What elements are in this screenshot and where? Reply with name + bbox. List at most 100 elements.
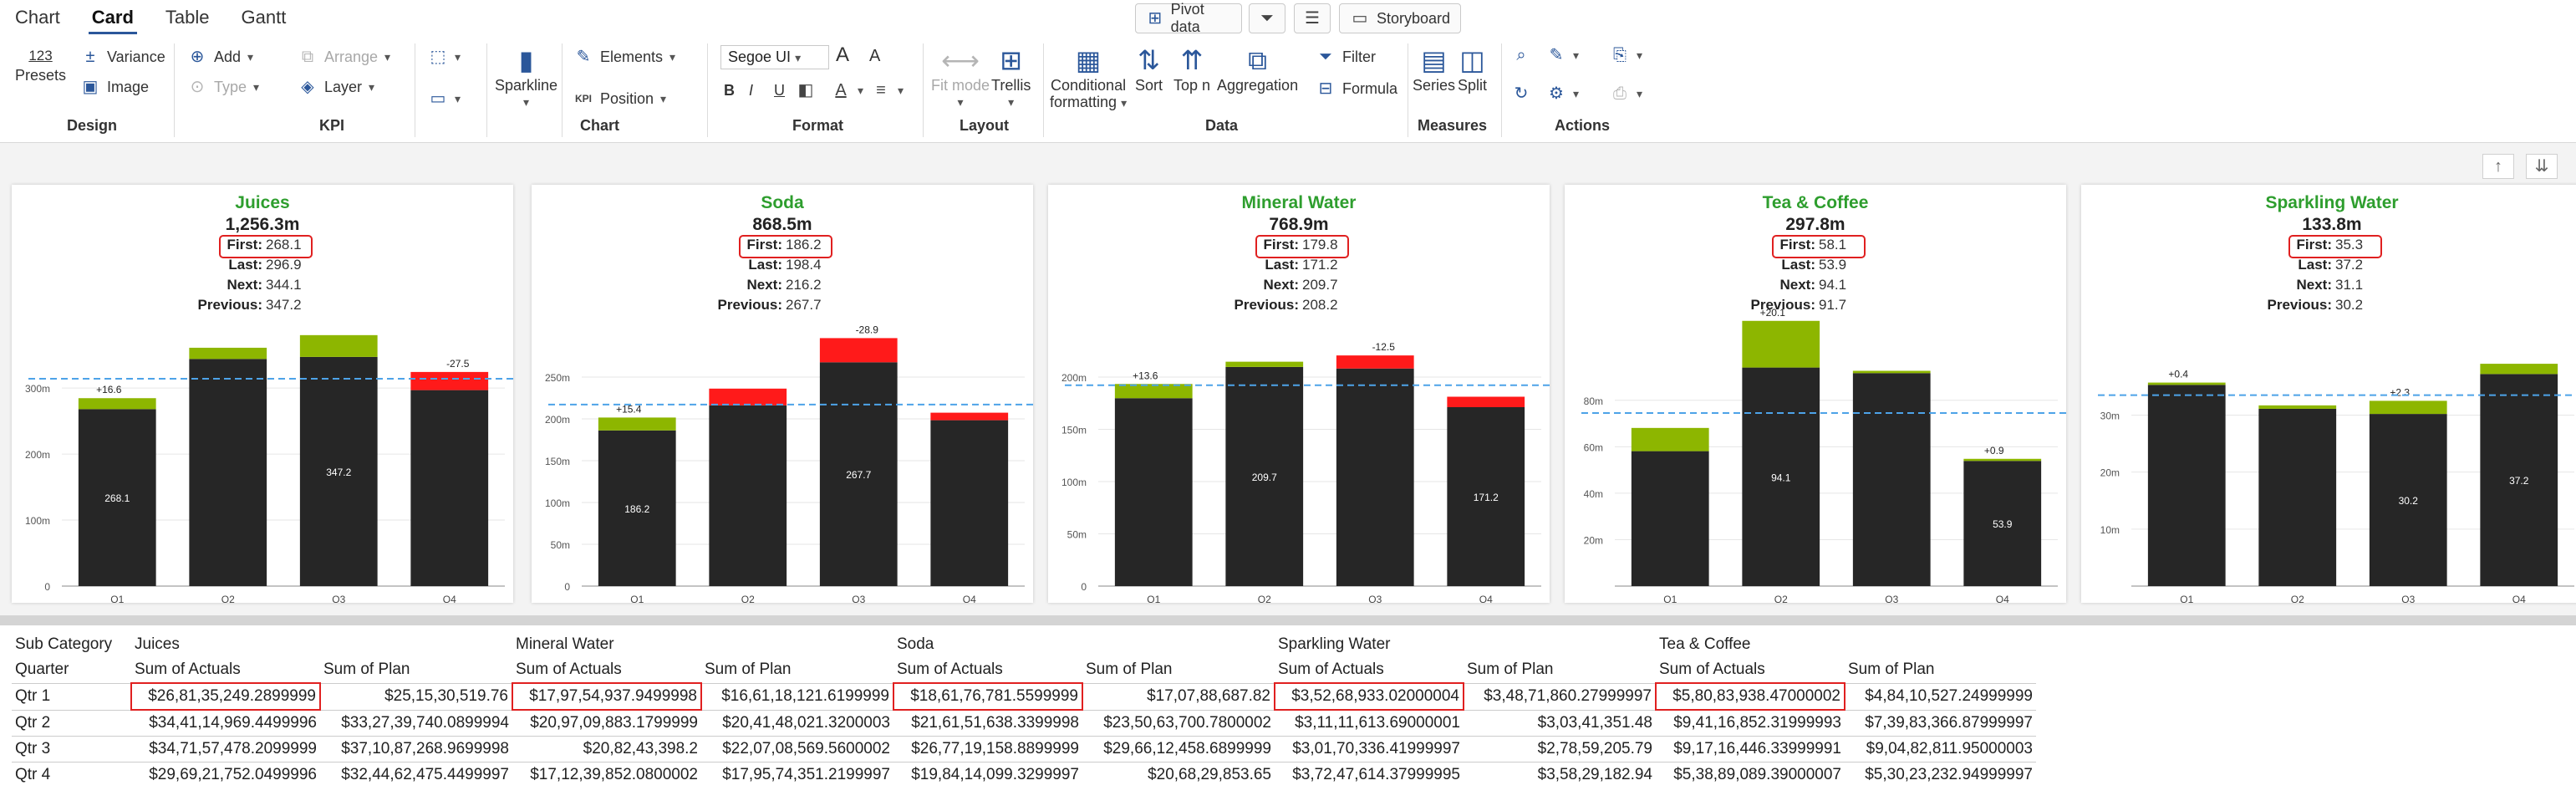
increase-font-button[interactable]: A bbox=[836, 43, 849, 67]
variance-icon: ± bbox=[85, 48, 95, 66]
y-tick-label: 150m bbox=[545, 456, 570, 467]
x-tick-label: Q1 bbox=[2180, 594, 2193, 603]
delta-bar-negative bbox=[410, 371, 489, 390]
position-label: Position bbox=[600, 89, 654, 107]
export-button[interactable]: ⎘ ▾ bbox=[1610, 45, 1642, 65]
x-tick-label: Q4 bbox=[1479, 594, 1493, 603]
table-cell: $3,72,47,614.37999995 bbox=[1275, 762, 1464, 788]
layer-button[interactable]: ◈ Layer ▾ bbox=[298, 77, 374, 97]
delta-bar-positive bbox=[2147, 382, 2226, 385]
decrease-font-button[interactable]: A bbox=[869, 47, 880, 66]
formula-button[interactable]: ⊟ Formula bbox=[1316, 79, 1397, 99]
conditional-formatting-button[interactable]: ▦ Conditional formatting ▾ bbox=[1050, 43, 1127, 111]
top-n-button[interactable]: ⇈ Top n bbox=[1173, 43, 1210, 94]
conditional-formatting-icon: ▦ bbox=[1075, 45, 1102, 75]
tab-chart[interactable]: Chart bbox=[12, 5, 64, 34]
column-header: Quarter bbox=[15, 661, 69, 679]
kpi-card[interactable]: Mineral Water 768.9m First: 179.8 Last: 171.2… bbox=[1048, 185, 1550, 603]
y-tick-label: 300m bbox=[25, 383, 50, 395]
font-color-button[interactable]: A ▾ bbox=[831, 80, 863, 100]
bar-value-label: 53.9 bbox=[1993, 518, 2013, 530]
filter-button[interactable]: ⏷ Filter bbox=[1316, 47, 1376, 67]
pivot-data-button[interactable]: ⊞ Pivot data bbox=[1135, 1, 1242, 35]
underline-button[interactable]: U bbox=[774, 82, 785, 99]
format-painter-button[interactable]: ✎ ▾ bbox=[1546, 45, 1579, 65]
y-tick-label: 60m bbox=[1584, 441, 1603, 453]
font-family-select[interactable]: Segoe UI ▾ bbox=[720, 45, 829, 69]
type-button[interactable]: ⊙ Type ▾ bbox=[187, 77, 259, 97]
tab-gantt[interactable]: Gantt bbox=[238, 5, 290, 34]
refresh-button[interactable]: ↻ bbox=[1511, 84, 1531, 104]
pivot-data-label: Pivot data bbox=[1170, 1, 1204, 35]
table-cell: $7,39,83,366.87999997 bbox=[1845, 709, 2036, 737]
table-row: Qtr 4 $29,69,21,752.0499996 $32,44,62,475.… bbox=[12, 762, 2036, 788]
tab-card[interactable]: Card bbox=[88, 5, 137, 34]
x-tick-label: Q1 bbox=[630, 594, 644, 603]
bold-button[interactable]: B bbox=[724, 82, 735, 99]
variance-button[interactable]: ± Variance bbox=[80, 47, 165, 67]
filter-funnel-button[interactable]: ⏷ bbox=[1249, 3, 1285, 33]
italic-button[interactable]: I bbox=[749, 82, 753, 99]
position-button[interactable]: KPI Position ▾ bbox=[573, 89, 666, 109]
chevron-down-icon: ▾ bbox=[1121, 96, 1128, 110]
align-button[interactable]: ≡ ▾ bbox=[871, 80, 904, 100]
bar bbox=[1631, 451, 1709, 586]
table-cell: $3,52,68,933.02000004 bbox=[1274, 682, 1464, 711]
chevron-down-icon: ▾ bbox=[1637, 48, 1643, 62]
fill-color-button[interactable]: ◧ bbox=[796, 80, 816, 100]
delta-label: +13.6 bbox=[1133, 370, 1158, 381]
trellis-button[interactable]: ⊞ Trellis ▾ bbox=[991, 43, 1031, 110]
chevron-down-icon: ▾ bbox=[795, 51, 802, 64]
presets-value: 123 bbox=[28, 48, 53, 64]
image-button[interactable]: ▣ Image bbox=[80, 77, 149, 97]
border-button[interactable]: ▭ ▾ bbox=[428, 89, 461, 109]
split-icon: ◫ bbox=[1459, 45, 1485, 75]
chevron-down-icon: ▾ bbox=[898, 83, 904, 97]
delta-bar-positive bbox=[1225, 361, 1304, 367]
y-tick-label: 10m bbox=[2100, 524, 2120, 536]
selection-button[interactable]: ⬚ ▾ bbox=[428, 47, 461, 67]
delta-bar-positive bbox=[1742, 320, 1820, 368]
search-button[interactable]: ⌕ bbox=[1511, 45, 1531, 65]
kpi-card[interactable]: Juices 1,256.3m First: 268.1 Last: 296.9 Next:… bbox=[12, 185, 513, 603]
kpi-card[interactable]: Tea & Coffee 297.8m First: 58.1 Last: 53.9 Nex… bbox=[1565, 185, 2066, 603]
pdf-export-button[interactable]: ⎙ ▾ bbox=[1610, 84, 1642, 104]
settings-list-button[interactable]: ☰ bbox=[1294, 3, 1331, 33]
presets-button[interactable]: 123 Presets bbox=[15, 45, 66, 84]
x-tick-label: Q1 bbox=[110, 594, 124, 603]
sort-button[interactable]: ⇅ Sort bbox=[1135, 43, 1163, 94]
bar bbox=[410, 390, 489, 586]
chevron-down-icon: ▾ bbox=[384, 49, 391, 64]
bar bbox=[2258, 408, 2337, 586]
aggregation-button[interactable]: ⧉ Aggregation bbox=[1217, 43, 1298, 94]
settings-button[interactable]: ⚙ ▾ bbox=[1546, 84, 1579, 104]
table-cell: $26,77,19,158.8899999 bbox=[893, 736, 1082, 763]
tab-table[interactable]: Table bbox=[162, 5, 213, 34]
kpi-card[interactable]: Soda 868.5m First: 186.2 Last: 198.4 Next: 216.… bbox=[532, 185, 1033, 603]
bar-value-label: 347.2 bbox=[326, 467, 351, 478]
storyboard-label: Storyboard bbox=[1376, 9, 1450, 27]
table-cell: $9,17,16,446.33999991 bbox=[1656, 736, 1845, 763]
series-button[interactable]: ▤ Series bbox=[1413, 43, 1455, 94]
scroll-up-button[interactable]: ↑ bbox=[2482, 154, 2514, 179]
sort-descending-button[interactable]: ⇊ bbox=[2526, 154, 2558, 179]
table-cell: $20,68,29,853.65 bbox=[1082, 762, 1275, 788]
add-button[interactable]: ⊕ Add ▾ bbox=[187, 47, 253, 67]
sparkline-button[interactable]: ▮ Sparkline ▾ bbox=[495, 43, 557, 110]
split-button[interactable]: ◫ Split bbox=[1458, 43, 1487, 94]
table-cell: $18,61,76,781.5599999 bbox=[893, 682, 1083, 711]
table-cell: $34,71,57,478.2099999 bbox=[131, 736, 320, 763]
refresh-icon: ↻ bbox=[1514, 84, 1529, 103]
table-cell: $22,07,08,569.5600002 bbox=[701, 736, 893, 763]
arrange-button[interactable]: ⧉ Arrange ▾ bbox=[298, 47, 390, 67]
table-cell: $20,41,48,021.3200003 bbox=[701, 709, 893, 737]
elements-button[interactable]: ✎ Elements ▾ bbox=[573, 47, 675, 67]
header-row-subcategory: Sub Category Juices Mineral Water Soda Spark… bbox=[12, 632, 2036, 657]
delta-bar-positive bbox=[1963, 458, 2042, 462]
fit-mode-button[interactable]: ⟷ Fit mode ▾ bbox=[931, 43, 990, 110]
storyboard-button[interactable]: ▭ Storyboard bbox=[1339, 3, 1461, 33]
delta-label: -27.5 bbox=[446, 358, 470, 370]
x-tick-label: Q2 bbox=[1258, 594, 1271, 603]
table-cell: $9,04,82,811.95000003 bbox=[1845, 736, 2036, 763]
kpi-card[interactable]: Sparkling Water 133.8m First: 35.3 Last: 37.2… bbox=[2081, 185, 2576, 603]
